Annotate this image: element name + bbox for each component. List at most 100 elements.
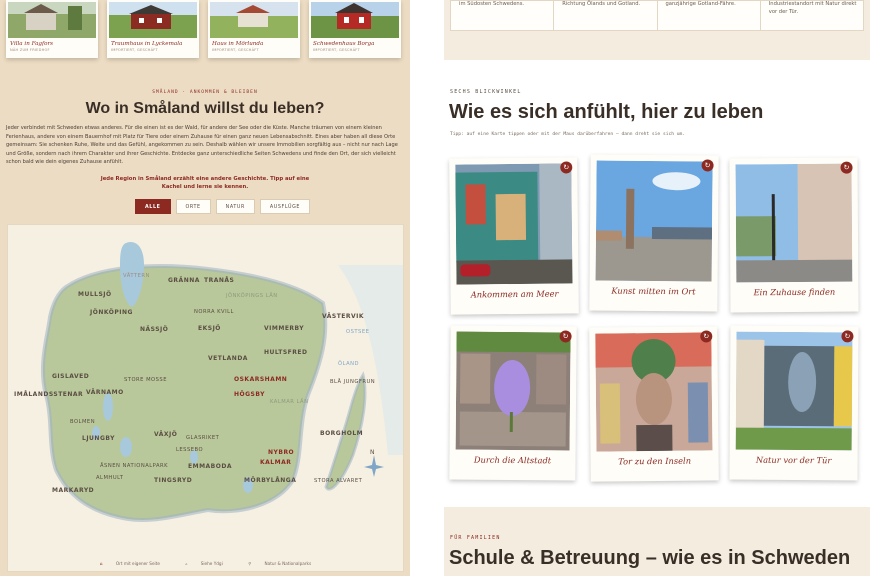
map-label[interactable]: ÅSNEN NATIONALPARK [100, 463, 168, 469]
photo-oldtown [455, 331, 571, 451]
map-label[interactable]: HÖGSBY [234, 391, 265, 398]
flip-icon[interactable]: ↻ [560, 161, 573, 174]
legend-item-nature: ⚲ Natur & Nationalparks [248, 561, 312, 566]
region-title: Wo in Småland willst du leben? [85, 100, 325, 117]
polaroid-card-2[interactable]: ↻ Kunst mitten im Ort [589, 154, 719, 312]
map-label[interactable]: GLASRIKET [186, 435, 219, 441]
map-label[interactable]: MULLSJÖ [78, 291, 112, 298]
map-label[interactable]: LJUNGBY [82, 435, 115, 442]
map-label[interactable]: BORGHOLM [320, 430, 363, 437]
house-card-sub: IMPORTIERT, GESCHÄFT [212, 48, 259, 52]
map-label[interactable]: GISLAVED [52, 373, 89, 380]
polaroid-caption: Kunst mitten im Ort [611, 285, 696, 297]
map-label[interactable]: STORE MOSSE [124, 377, 167, 383]
map-label[interactable]: NORRA KVILL [194, 309, 234, 315]
polaroid-caption: Durch die Altstadt [473, 454, 552, 466]
map-label[interactable]: VIMMERBY [264, 325, 304, 332]
map-label[interactable]: EKSJÖ [198, 325, 221, 332]
house-photo-3 [210, 2, 298, 38]
compass-north-label: N [370, 449, 375, 456]
map-label[interactable]: IMÅLANDSSTENAR [14, 391, 83, 398]
region-hint: Jede Region in Småland erzählt eine ande… [100, 175, 310, 191]
photo-arrival [455, 163, 573, 285]
map-label[interactable]: HULTSFRED [264, 349, 307, 356]
filter-places-button[interactable]: ORTE [175, 199, 211, 214]
info-cell: Richtung Ölands und Gotland. [554, 1, 658, 30]
map-label[interactable]: MARKARYD [52, 487, 94, 494]
house-card-title: Haus in Mörlunda [212, 41, 264, 47]
smaland-map[interactable]: VÄTTERN GRÄNNA TRANÅS MULLSJÖ JÖNKÖPINGS LÄN… [7, 224, 404, 572]
map-label[interactable]: KALMAR [260, 459, 291, 466]
living-panel: im Südosten Schwedens. Richtung Ölands u… [444, 0, 870, 576]
house-card-sub: IMPORTIERT, GESCHÄFT [111, 48, 158, 52]
map-label[interactable]: MÖRBYLÅNGA [244, 477, 296, 484]
flip-icon[interactable]: ↻ [701, 159, 714, 172]
polaroid-card-5[interactable]: ↻ Tor zu den Inseln [589, 326, 719, 482]
region-intro: Jeder verbindet mit Schweden etwas ander… [6, 125, 398, 166]
flip-icon[interactable]: ↻ [841, 330, 854, 343]
house-card-2[interactable]: Traumhaus in Lyckemala IMPORTIERT, GESCH… [107, 0, 199, 58]
next-section-kicker: FÜR FAMILIEN [450, 535, 501, 541]
map-label[interactable]: BOLMEN [70, 419, 95, 425]
map-label[interactable]: TRANÅS [204, 277, 234, 284]
polaroid-card-4[interactable]: ↻ Durch die Altstadt [449, 325, 577, 481]
polaroid-card-1[interactable]: ↻ Ankommen am Meer [449, 157, 579, 315]
house-photo-1 [8, 2, 96, 38]
next-section: FÜR FAMILIEN Schule & Betreuung – wie es… [444, 507, 870, 576]
photo-home [735, 163, 853, 283]
polaroid-card-3[interactable]: ↻ Ein Zuhause finden [729, 157, 859, 313]
house-marker-icon: ⌂ [99, 561, 103, 566]
map-label[interactable]: OSKARSHAMN [234, 376, 287, 383]
house-card-4[interactable]: Schwedenhaus Borga IMPORTIERT, GESCHÄFT [309, 0, 401, 58]
map-label[interactable]: GRÄNNA [168, 277, 200, 284]
flip-icon[interactable]: ↻ [840, 161, 853, 174]
house-card-sub: IMPORTIERT, GESCHÄFT [313, 48, 360, 52]
house-cards-row: Villa in Fagfors NÄH ZUM FRIEDHOF Traumh… [6, 0, 404, 62]
map-label[interactable]: NYBRO [268, 449, 294, 456]
section-kicker: SECHS BLICKWINKEL [450, 89, 522, 95]
info-table: im Südosten Schwedens. Richtung Ölands u… [450, 0, 864, 31]
filter-all-button[interactable]: ALLE [135, 199, 171, 214]
map-label[interactable]: LESSEBO [176, 447, 203, 453]
map-label[interactable]: BLÅ JUNGFRUN [330, 379, 375, 385]
section-tip: Tipp: auf eine Karte tippen oder mit der… [450, 132, 686, 137]
house-card-title: Villa in Fagfors [10, 41, 53, 47]
map-label[interactable]: EMMABODA [188, 463, 232, 470]
info-strip: im Südosten Schwedens. Richtung Ölands u… [444, 0, 870, 60]
map-label[interactable]: VÄSTERVIK [322, 313, 364, 320]
flip-icon[interactable]: ↻ [700, 330, 713, 343]
map-label[interactable]: OSTSEE [346, 329, 369, 335]
map-label[interactable]: JÖNKÖPINGS LÄN [226, 293, 278, 299]
map-label[interactable]: VÄTTERN [123, 273, 150, 279]
map-label[interactable]: STORA ALVARET [314, 478, 362, 484]
map-label[interactable]: ALMHULT [96, 475, 123, 481]
map-filter-bar: ALLE ORTE NATUR AUSFLÜGE [135, 199, 311, 214]
polaroid-caption: Natur vor der Tür [755, 454, 832, 466]
polaroid-card-6[interactable]: ↻ Natur vor der Tür [729, 325, 859, 481]
map-label[interactable]: VÄRNAMO [86, 389, 124, 396]
map-label[interactable]: KALMAR LÄN [270, 399, 308, 405]
house-photo-2 [109, 2, 197, 38]
compass-rose-icon [364, 455, 384, 477]
filter-nature-button[interactable]: NATUR [215, 199, 255, 214]
map-label[interactable]: TINGSRYD [154, 477, 192, 484]
house-card-1[interactable]: Villa in Fagfors NÄH ZUM FRIEDHOF [6, 0, 98, 58]
house-card-3[interactable]: Haus in Mörlunda IMPORTIERT, GESCHÄFT [208, 0, 300, 58]
polaroid-caption: Ein Zuhause finden [753, 286, 836, 298]
map-label[interactable]: ÖLAND [338, 361, 359, 367]
polaroid-caption: Ankommen am Meer [470, 288, 559, 300]
region-section: SMÅLAND · ANKOMMEN & BLEIBEN Wo in Småla… [0, 90, 410, 192]
polaroid-caption: Tor zu den Inseln [618, 455, 692, 467]
flip-icon[interactable]: ↻ [559, 330, 572, 343]
map-label[interactable]: VETLANDA [208, 355, 248, 362]
info-cell: ganzjährige Gotland-Fähre. [658, 1, 761, 30]
map-label[interactable]: NÄSSJÖ [140, 326, 168, 333]
map-label[interactable]: VÄXJÖ [154, 431, 177, 438]
legend-item-place: ⌂ Ort mit eigener Seite [99, 561, 160, 566]
info-cell: Industriestandort mit Natur direkt vor d… [768, 1, 857, 15]
house-photo-4 [311, 2, 399, 38]
map-label[interactable]: JÖNKÖPING [90, 309, 133, 316]
info-cell: im Südosten Schwedens. [451, 1, 555, 30]
next-section-title: Schule & Betreuung – wie es in Schweden [449, 547, 851, 569]
filter-trips-button[interactable]: AUSFLÜGE [259, 199, 311, 214]
